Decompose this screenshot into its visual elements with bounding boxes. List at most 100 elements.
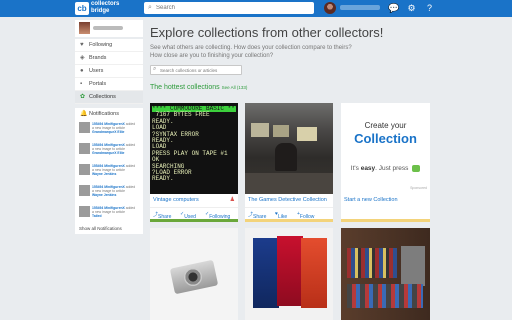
follow-button[interactable]: + Follow [297,211,314,220]
jersey-shape [277,236,303,306]
notification-text: 155494 MinifigurenX added a new image to… [92,185,136,197]
collection-search[interactable]: ⌕ [150,65,242,75]
camera-lens-icon [184,268,202,286]
notification-text: 155494 MinifigurenX added a new image to… [92,206,136,218]
portal-icon: ▪ [80,81,83,87]
profile-card[interactable] [75,20,143,37]
terminal-line: READY. [152,175,174,183]
sidebar-item-collections[interactable]: ✿ Collections [75,91,143,104]
collection-image[interactable]: **** COMMODORE BASIC **** 7167 BYTES FRE… [150,103,238,194]
user-avatar[interactable] [324,2,336,14]
card-color-bar [245,219,333,222]
card-actions: ⤴ Share ✓ Used ✓ Following [150,207,238,220]
main-content: Explore collections from other collector… [150,20,440,91]
show-all-notifications-link[interactable]: Show all Notifications [75,226,143,231]
collection-title[interactable]: The Games Detective Collection [248,197,327,203]
collection-search-input[interactable] [160,67,240,74]
ad-headline: Collection [354,131,417,146]
collection-title[interactable]: Vintage computers [153,197,199,203]
notification-thumbnail [79,206,90,217]
monitor-shape [297,127,317,141]
page-title: Explore collections from other collector… [150,25,384,40]
start-new-collection-link[interactable]: Start a new Collection [344,197,398,203]
top-bar: cb collectors bridge ⌕ 💬 ⚙ ? [0,0,512,17]
collection-card-start-new[interactable]: Create your Collection It's easy. Just p… [341,103,430,222]
share-button[interactable]: ⤴ Share [248,211,266,220]
page-subtitle: See what others are collecting. How does… [150,44,440,60]
shelf-items [347,284,423,308]
sidebar-item-users[interactable]: ● Users [75,65,143,78]
logo-line-2: bridge [91,8,110,14]
notification-item[interactable]: 155494 MinifigurenX added a new image to… [75,141,143,162]
collection-card-vintage-computers[interactable]: **** COMMODORE BASIC **** 7167 BYTES FRE… [150,103,238,222]
sidebar-item-brands[interactable]: ◈ Brands [75,52,143,65]
collection-card-shelf[interactable] [341,228,430,320]
user-name-placeholder[interactable] [340,5,380,10]
logo-text[interactable]: collectors bridge [91,1,119,15]
collection-card-jerseys[interactable] [245,228,333,320]
global-search-input[interactable] [156,3,306,13]
sidebar-item-label: Brands [89,55,107,61]
brand-logo-icon [412,165,421,172]
owner-icon: ♟ [229,197,235,203]
terminal-line: PRESS PLAY ON TAPE #1 [152,149,228,157]
collection-image[interactable] [245,228,333,320]
profile-avatar[interactable] [79,22,90,34]
logo-icon[interactable]: cb [75,2,89,15]
used-button[interactable]: ✓ Used [180,211,196,220]
card-color-bar [150,219,238,222]
subtitle-line-2: How close are you to finishing your coll… [150,53,274,59]
notification-item[interactable]: 155494 MinifigurenX added a new image to… [75,162,143,183]
logo-line-1: collectors [91,1,120,7]
card-actions: ⤴ Share ♥ Like + Follow [245,207,333,220]
hottest-collections-label: The hottest collections [150,84,220,91]
notifications-header[interactable]: 🔔 Notifications [75,108,143,120]
sponsored-label: Sponsored [410,186,427,190]
monitor-shape [273,125,289,137]
shelf-items [347,248,397,278]
sidebar-item-label: Collections [89,94,116,100]
ad-title: Create your [364,121,407,130]
search-icon: ⌕ [153,66,157,72]
like-button[interactable]: ♥ Like [275,211,287,220]
notification-thumbnail [79,122,90,133]
share-button[interactable]: ⤴ Share [153,211,171,220]
notification-thumbnail [79,164,90,175]
help-icon[interactable]: ? [424,3,435,14]
desk-shape [245,173,333,194]
sidebar-nav: ♥ Following ◈ Brands ● Users ▪ Portals ✿… [75,39,143,104]
notification-text: 155494 MinifigurenX added a new image to… [92,143,136,155]
sidebar-item-label: Users [89,68,104,74]
collections-icon: ✿ [80,94,86,100]
collection-image[interactable] [150,228,238,320]
collection-card-games-detective[interactable]: The Games Detective Collection ⤴ Share ♥… [245,103,333,222]
notifications-panel: 🔔 Notifications 155494 MinifigurenX adde… [75,108,143,234]
search-icon: ⌕ [148,4,152,11]
settings-icon[interactable]: ⚙ [406,3,417,14]
collection-image[interactable] [341,228,430,320]
sidebar-item-label: Portals [89,81,107,87]
sidebar-item-portals[interactable]: ▪ Portals [75,78,143,91]
tag-icon: ◈ [80,55,85,61]
jersey-shape [301,238,327,308]
card-color-bar [341,219,430,222]
sidebar-item-following[interactable]: ♥ Following [75,39,143,52]
user-plus-icon: ♥ [80,42,84,48]
collection-image[interactable] [245,103,333,194]
following-button[interactable]: ✓ Following [205,211,230,220]
sidebar: ♥ Following ◈ Brands ● Users ▪ Portals ✿… [75,20,143,320]
see-all-link[interactable]: See All (133) [222,85,248,90]
global-search[interactable]: ⌕ [144,2,314,14]
profile-name-placeholder[interactable] [93,26,123,30]
notification-item[interactable]: 155494 MinifigurenX added a new image to… [75,183,143,204]
notifications-label: Notifications [89,111,119,117]
ad-tagline: It's easy. Just press [341,165,430,172]
notification-item[interactable]: 155494 MinifigurenX added a new image to… [75,204,143,225]
collection-card-camera[interactable] [150,228,238,320]
notification-item[interactable]: 155494 MinifigurenX added a new image to… [75,120,143,141]
users-icon: ● [80,68,84,74]
chat-icon[interactable]: 💬 [388,3,399,14]
subtitle-line-1: See what others are collecting. How does… [150,45,352,51]
jersey-shape [253,238,279,308]
notification-text: 155494 MinifigurenX added a new image to… [92,164,136,176]
